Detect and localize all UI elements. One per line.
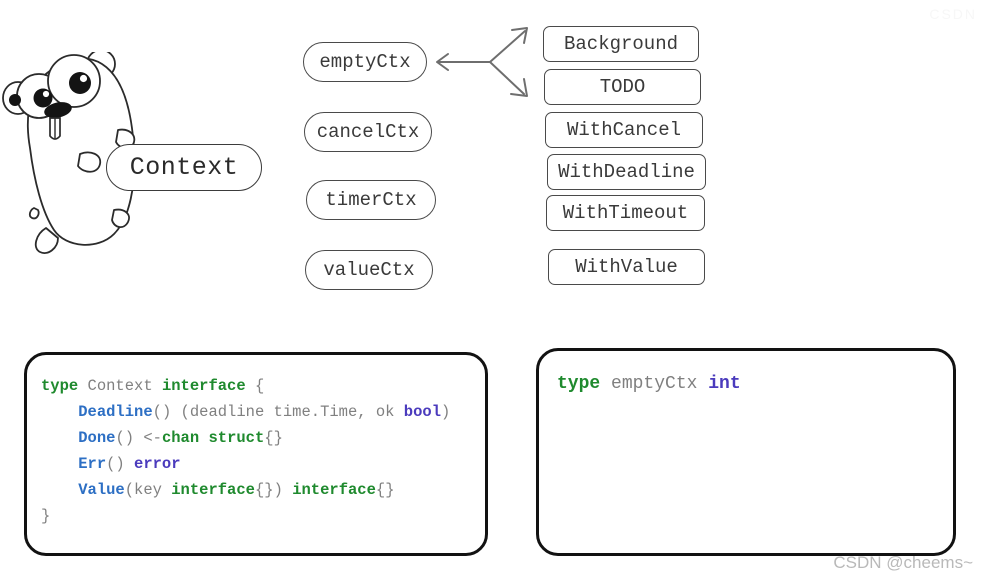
code-token: Context [78, 377, 162, 395]
code-token: Done [78, 429, 116, 447]
ctx-function-label: WithCancel [566, 119, 682, 141]
code-token: (key [124, 481, 172, 499]
code-token: ) [441, 403, 451, 421]
code-token: {}) [254, 481, 293, 499]
code-token: error [134, 455, 181, 473]
code-token: interface [171, 481, 255, 499]
code-content: type Context interface { Deadline() (dea… [27, 355, 485, 539]
code-token: Value [78, 481, 125, 499]
code-content: type emptyCtx int [539, 351, 953, 407]
context-label-text: Context [129, 153, 239, 182]
code-token: } [41, 507, 51, 525]
code-token: chan struct [161, 429, 265, 447]
code-token: Deadline [78, 403, 153, 421]
ctx-function-label: WithValue [575, 256, 678, 278]
code-token: {} [264, 429, 283, 447]
ctx-type-emptyctx[interactable]: emptyCtx [303, 42, 427, 82]
code-token: interface [161, 377, 246, 395]
ctx-function-background[interactable]: Background [543, 26, 699, 62]
diagram-canvas: Context emptyCtx cancelCtx timerCtx valu… [0, 0, 985, 577]
ctx-function-withtimeout[interactable]: WithTimeout [546, 195, 705, 231]
context-label-pill: Context [106, 144, 262, 191]
three-way-branch-arrow-icon [436, 27, 528, 97]
code-token: interface [292, 481, 376, 499]
code-token: bool [403, 403, 442, 421]
code-token: () [106, 455, 135, 473]
watermark-top-right: CSDN [929, 6, 977, 22]
ctx-function-label: Background [563, 33, 679, 55]
ctx-function-todo[interactable]: TODO [544, 69, 701, 105]
ctx-type-timerctx[interactable]: timerCtx [306, 180, 436, 220]
ctx-type-label: emptyCtx [319, 51, 411, 73]
code-token: () <- [115, 429, 162, 447]
code-token: emptyCtx [600, 374, 709, 394]
ctx-type-label: cancelCtx [316, 121, 420, 143]
ctx-function-withvalue[interactable]: WithValue [548, 249, 705, 285]
ctx-function-withcancel[interactable]: WithCancel [545, 112, 703, 148]
code-token: () (deadline time.Time, ok [152, 403, 404, 421]
watermark-bottom-right: CSDN @cheems~ [833, 553, 973, 572]
ctx-type-cancelctx[interactable]: cancelCtx [304, 112, 432, 152]
code-token: int [708, 374, 741, 394]
ctx-type-label: timerCtx [325, 189, 417, 211]
code-token: {} [375, 481, 395, 499]
code-block-emptyctx-type: type emptyCtx int [536, 348, 956, 556]
ctx-function-label: WithTimeout [562, 202, 689, 224]
ctx-function-label: TODO [599, 76, 646, 98]
code-token: Err [78, 455, 107, 473]
ctx-function-label: WithDeadline [558, 161, 695, 183]
code-block-context-interface: type Context interface { Deadline() (dea… [24, 352, 488, 556]
ctx-function-withdeadline[interactable]: WithDeadline [547, 154, 706, 190]
code-token: type [557, 374, 601, 394]
ctx-type-valuectx[interactable]: valueCtx [305, 250, 433, 290]
code-token: type [41, 377, 79, 395]
code-token: { [245, 377, 265, 395]
ctx-type-label: valueCtx [323, 259, 415, 281]
